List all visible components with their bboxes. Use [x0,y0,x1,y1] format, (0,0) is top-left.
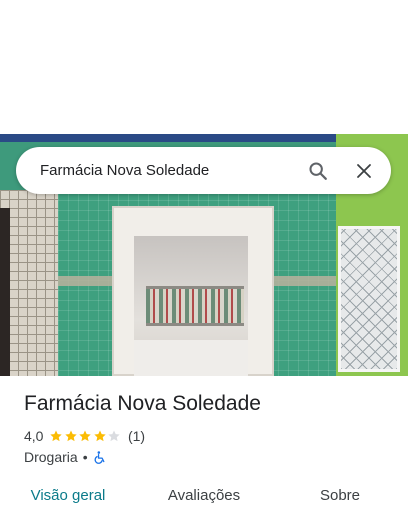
star-icon [79,430,92,442]
search-icon [309,161,327,180]
rating-value: 4,0 [24,428,44,444]
wheelchair-accessible-icon [94,450,105,464]
rating-row[interactable]: 4,0 (1) [24,427,145,445]
place-category[interactable]: Drogaria [24,449,78,465]
category-row: Drogaria • [24,448,107,466]
search-input[interactable]: Farmácia Nova Soledade [16,162,295,179]
close-button[interactable] [341,148,387,194]
star-icon [65,430,77,442]
star-icon [50,430,63,442]
place-tabs: Visão geral Avaliações Sobre [0,476,408,510]
tab-reviews[interactable]: Avaliações [136,476,272,510]
search-button[interactable] [295,148,341,194]
search-bar[interactable]: Farmácia Nova Soledade [16,147,391,194]
star-rating [49,429,122,443]
photo-shelves [146,286,244,326]
star-icon [94,430,106,442]
review-count[interactable]: (1) [128,428,145,444]
close-icon [357,163,371,178]
photo-counter [134,340,248,376]
place-title: Farmácia Nova Soledade [24,392,261,415]
tab-overview[interactable]: Visão geral [0,476,136,510]
photo-window-grille [338,226,400,372]
star-icon [108,430,121,442]
tab-about[interactable]: Sobre [272,476,408,510]
separator-dot: • [82,449,88,465]
photo-dark-edge [0,208,10,376]
